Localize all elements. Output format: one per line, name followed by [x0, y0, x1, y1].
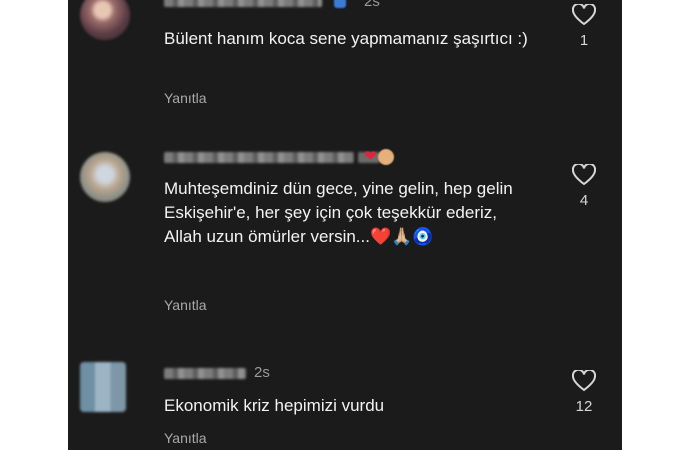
- avatar[interactable]: [80, 362, 126, 412]
- heart-outline-icon: [572, 370, 596, 392]
- username[interactable]: [164, 152, 354, 163]
- reply-button[interactable]: Yanıtla: [164, 297, 207, 313]
- like-button[interactable]: 1: [564, 4, 604, 49]
- comment-item: ❤ Muhteşemdiniz dün gece, yine gelin, he…: [68, 146, 622, 326]
- comment-item: 2s Bülent hanım koca sene yapmamanız şaş…: [68, 0, 622, 120]
- like-button[interactable]: 12: [564, 370, 604, 415]
- reply-button[interactable]: Yanıtla: [164, 430, 207, 446]
- comment-time: 2s: [254, 364, 270, 381]
- username[interactable]: [164, 0, 322, 7]
- face-emoji-icon: [378, 149, 394, 165]
- verified-badge-icon: [334, 0, 346, 8]
- comments-panel: 2s Bülent hanım koca sene yapmamanız şaş…: [68, 0, 622, 450]
- comment-text: Ekonomik kriz hepimizi vurdu: [164, 396, 385, 415]
- heart-emoji-icon: ❤: [364, 148, 377, 165]
- like-count: 1: [579, 32, 589, 49]
- avatar[interactable]: [80, 152, 130, 202]
- comment-time: 2s: [364, 0, 380, 10]
- comment-text: Muhteşemdiniz dün gece, yine gelin, hep …: [164, 179, 513, 246]
- heart-outline-icon: [572, 4, 596, 26]
- comment-emojis: ❤️🙏🏼🧿: [369, 227, 434, 246]
- like-button[interactable]: 4: [564, 164, 604, 209]
- username[interactable]: [164, 368, 246, 379]
- like-count: 4: [579, 192, 589, 209]
- comment-item: 2s Ekonomik kriz hepimizi vurdu Yanıtla …: [68, 352, 622, 450]
- comment-text: Bülent hanım koca sene yapmamanız şaşırt…: [164, 29, 528, 48]
- heart-outline-icon: [572, 164, 596, 186]
- reply-button[interactable]: Yanıtla: [164, 90, 207, 106]
- avatar[interactable]: [80, 0, 130, 40]
- like-count: 12: [575, 398, 593, 415]
